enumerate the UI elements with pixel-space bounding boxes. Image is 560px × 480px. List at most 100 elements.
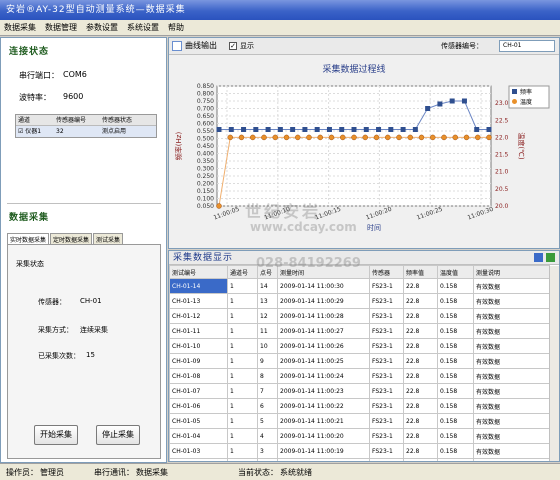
channel-sensor-id: 32 <box>56 128 64 135</box>
left-tick-label: 0.700 <box>197 106 214 113</box>
temperature-point <box>441 134 447 141</box>
start-acquisition-button[interactable]: 开始采集 <box>34 425 78 445</box>
table-cell: 2009-01-14 11:00:28 <box>277 308 370 324</box>
table-header-cell[interactable]: 通道号 <box>227 265 258 279</box>
channel-row[interactable]: ☑ 仪器1 32 测点启用 <box>16 126 156 137</box>
save-icon[interactable] <box>534 253 543 262</box>
chart-title: 采集数据过程线 <box>322 63 385 75</box>
table-row[interactable]: CH-01-05 1 5 2009-01-14 11:00:21 FS23-1 22.8 0… <box>169 413 550 429</box>
frequency-point <box>376 127 382 132</box>
table-cell: 7 <box>257 383 278 399</box>
table-row[interactable]: CH-01-09 1 9 2009-01-14 11:00:25 FS23-1 22.8 0… <box>169 353 550 369</box>
temperature-point <box>373 134 380 141</box>
mode-value: 连续采集 <box>80 326 108 334</box>
legend-frequency-label: 频率 <box>520 88 532 96</box>
table-cell: 22.8 <box>403 428 438 444</box>
sensor-select[interactable]: CH-01 <box>499 40 555 52</box>
table-cell: 1 <box>227 353 258 369</box>
chart-icon <box>172 41 182 51</box>
export-icon[interactable] <box>546 253 555 262</box>
table-cell: 22.8 <box>403 323 438 339</box>
frequency-point <box>388 127 394 132</box>
left-tick-label: 0.750 <box>197 98 214 105</box>
temperature-point <box>238 134 245 141</box>
count-value: 15 <box>86 351 95 359</box>
table-cell: 0.158 <box>437 368 474 384</box>
table-vertical-scrollbar[interactable] <box>549 266 559 461</box>
table-cell: 12 <box>257 308 278 324</box>
table-cell: 2009-01-14 11:00:30 <box>277 278 370 294</box>
table-cell: 2009-01-14 11:00:23 <box>277 383 370 399</box>
y-axis-label-left: 频率(Hz) <box>174 132 183 161</box>
menu-item-parameter-settings[interactable]: 参数设置 <box>86 22 118 33</box>
table-row[interactable]: CH-01-10 1 10 2009-01-14 11:00:26 FS23-1 22.8… <box>169 338 550 354</box>
left-tick-label: 0.200 <box>197 181 214 188</box>
table-cell: 2009-01-14 11:00:25 <box>277 353 370 369</box>
table-cell: 0.158 <box>437 428 474 444</box>
table-cell: 22.8 <box>403 413 438 429</box>
table-row[interactable]: CH-01-12 1 12 2009-01-14 11:00:28 FS23-1 22.8… <box>169 308 550 324</box>
frequency-point <box>277 127 283 132</box>
acquisition-status-label: 采集状态 <box>16 260 44 268</box>
channel-status: 测点启用 <box>102 128 127 135</box>
table-cell: 2009-01-14 11:00:21 <box>277 413 370 429</box>
table-cell: 有效数据 <box>473 353 550 369</box>
table-row[interactable]: CH-01-04 1 4 2009-01-14 11:00:20 FS23-1 22.8 0… <box>169 428 550 444</box>
temperature-point <box>328 134 335 141</box>
mode-label: 采集方式： <box>38 326 73 334</box>
table-header-cell[interactable]: 传感器 <box>369 265 404 279</box>
table-cell: 有效数据 <box>473 413 550 429</box>
table-row[interactable]: CH-01-11 1 11 2009-01-14 11:00:27 FS23-1 22.8… <box>169 323 550 339</box>
table-header-cell[interactable]: 测试编号 <box>169 265 228 279</box>
table-row[interactable]: CH-01-07 1 7 2009-01-14 11:00:23 FS23-1 22.8 0… <box>169 383 550 399</box>
table-row[interactable]: CH-01-08 1 8 2009-01-14 11:00:24 FS23-1 22.8 0… <box>169 368 550 384</box>
frequency-point <box>474 127 480 132</box>
table-cell: 14 <box>257 278 278 294</box>
frequency-point <box>449 98 455 104</box>
table-row[interactable]: CH-01-02122009-01-14 11:00:18FS23-122.80… <box>169 458 550 461</box>
stop-acquisition-button[interactable]: 停止采集 <box>96 425 140 445</box>
table-header-cell[interactable]: 频率值 <box>403 265 438 279</box>
table-header-cell[interactable]: 点号 <box>257 265 278 279</box>
data-table-title: 采集数据显示 <box>169 251 559 265</box>
table-cell: FS23-1 <box>369 443 404 459</box>
table-row[interactable]: CH-01-14 1 14 2009-01-14 11:00:30 FS23-1 22.8… <box>169 278 550 294</box>
frequency-point <box>461 98 467 104</box>
table-cell: 有效数据 <box>473 323 550 339</box>
table-header-cell[interactable]: 测量说明 <box>473 265 550 279</box>
table-header-cell[interactable]: 温度值 <box>437 265 474 279</box>
table-cell: CH-01-03 <box>169 443 228 459</box>
display-checkbox[interactable]: ✓ <box>229 42 237 50</box>
menu-item-system-settings[interactable]: 系统设置 <box>127 22 159 33</box>
acquisition-tab-body: 采集状态 传感器： CH-01 采集方式： 连续采集 已采集次数： 15 开始采… <box>7 244 161 459</box>
data-table-panel: 采集数据显示 测试编号 通道号 点号 测量时间 传感器 频率值 温度值 测量说明 CH-01-… <box>168 250 560 462</box>
table-cell: 2009-01-14 11:00:19 <box>277 443 370 459</box>
frequency-point <box>302 127 308 132</box>
menu-item-data-acquisition[interactable]: 数据采集 <box>4 22 36 33</box>
temperature-point <box>261 134 267 141</box>
table-cell: 2 <box>257 458 278 461</box>
temperature-point <box>475 134 481 141</box>
frequency-point <box>425 106 431 111</box>
left-tick-label: 0.650 <box>197 113 214 120</box>
menu-item-data-management[interactable]: 数据管理 <box>45 22 77 33</box>
right-tick-label: 22.5 <box>495 117 509 124</box>
table-row[interactable]: CH-01-03 1 3 2009-01-14 11:00:19 FS23-1 22.8 0… <box>169 443 550 459</box>
left-tick-label: 0.500 <box>197 136 214 143</box>
table-header-cell[interactable]: 测量时间 <box>277 265 370 279</box>
channel-checkbox[interactable]: ☑ 仪器1 <box>16 126 54 137</box>
table-cell: 1 <box>227 398 258 414</box>
table-cell: 0.158 <box>437 323 474 339</box>
table-cell: 1 <box>227 338 258 354</box>
table-cell: 有效数据 <box>473 383 550 399</box>
table-cell: 2009-01-14 11:00:29 <box>277 293 370 309</box>
table-cell: 22.8 <box>403 278 438 294</box>
temperature-point <box>407 134 413 141</box>
menu-item-help[interactable]: 帮助 <box>168 22 184 33</box>
table-row[interactable]: CH-01-13 1 13 2009-01-14 11:00:29 FS23-1 22.8… <box>169 293 550 309</box>
table-row[interactable]: CH-01-06 1 6 2009-01-14 11:00:22 FS23-1 22.8 0… <box>169 398 550 414</box>
frequency-point <box>412 127 418 132</box>
status-system-value: 系统就绪 <box>280 467 312 477</box>
right-tick-label: 23.0 <box>495 100 509 107</box>
left-tick-label: 0.300 <box>197 166 214 173</box>
